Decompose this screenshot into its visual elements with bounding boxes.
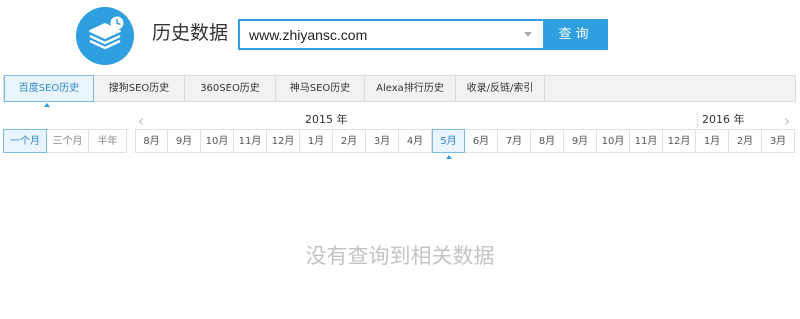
chevron-left-icon[interactable]: ‹ — [138, 113, 144, 129]
range-three-months-button[interactable]: 三个月 — [47, 129, 89, 153]
logo[interactable] — [76, 7, 134, 65]
tab-shenma-seo-history[interactable]: 神马SEO历史 — [276, 76, 365, 101]
header: 历史数据 查询 — [0, 0, 800, 70]
month-button[interactable]: 3月 — [762, 129, 795, 153]
month-button[interactable]: 3月 — [366, 129, 399, 153]
year-divider — [697, 113, 698, 129]
month-button[interactable]: 9月 — [168, 129, 201, 153]
month-button[interactable]: 6月 — [465, 129, 498, 153]
year-label-2015: 2015 年 — [305, 113, 348, 126]
month-button[interactable]: 11月 — [630, 129, 663, 153]
month-button[interactable]: 10月 — [597, 129, 630, 153]
month-button[interactable]: 9月 — [564, 129, 597, 153]
month-button[interactable]: 1月 — [696, 129, 729, 153]
month-button[interactable]: 12月 — [267, 129, 300, 153]
month-button[interactable]: 8月 — [135, 129, 168, 153]
active-month-pointer — [446, 155, 452, 159]
month-button[interactable]: 12月 — [663, 129, 696, 153]
month-button[interactable]: 2月 — [333, 129, 366, 153]
active-tab-pointer — [44, 103, 50, 107]
range-selector: 一个月 三个月 半年 — [3, 129, 127, 153]
range-one-month-button[interactable]: 一个月 — [3, 129, 47, 153]
tab-baidu-seo-history[interactable]: 百度SEO历史 — [4, 75, 94, 102]
month-button[interactable]: 2月 — [729, 129, 762, 153]
empty-state-message: 没有查询到相关数据 — [305, 244, 495, 268]
page-title: 历史数据 — [152, 22, 229, 44]
month-button-active[interactable]: 5月 — [432, 129, 465, 153]
month-button[interactable]: 7月 — [498, 129, 531, 153]
range-half-year-button[interactable]: 半年 — [89, 129, 127, 153]
tab-index-backlinks[interactable]: 收录/反链/索引 — [456, 76, 545, 101]
month-button[interactable]: 10月 — [201, 129, 234, 153]
tab-sogou-seo-history[interactable]: 搜狗SEO历史 — [94, 76, 185, 101]
tab-alexa-rank-history[interactable]: Alexa排行历史 — [365, 76, 456, 101]
month-button[interactable]: 11月 — [234, 129, 267, 153]
search-input[interactable] — [238, 19, 543, 50]
tab-360-seo-history[interactable]: 360SEO历史 — [185, 76, 276, 101]
layers-clock-icon — [89, 16, 124, 50]
chevron-right-icon[interactable]: › — [784, 113, 790, 129]
dropdown-arrow-icon[interactable] — [524, 32, 532, 37]
month-button[interactable]: 8月 — [531, 129, 564, 153]
year-label-2016: 2016 年 — [702, 113, 745, 126]
search-button[interactable]: 查询 — [543, 19, 608, 50]
tab-bar: 百度SEO历史 搜狗SEO历史 360SEO历史 神马SEO历史 Alexa排行… — [3, 75, 796, 102]
month-timeline: 8月 9月 10月 11月 12月 1月 2月 3月 4月 5月 6月 7月 8… — [135, 129, 795, 153]
month-button[interactable]: 1月 — [300, 129, 333, 153]
month-button[interactable]: 4月 — [399, 129, 432, 153]
